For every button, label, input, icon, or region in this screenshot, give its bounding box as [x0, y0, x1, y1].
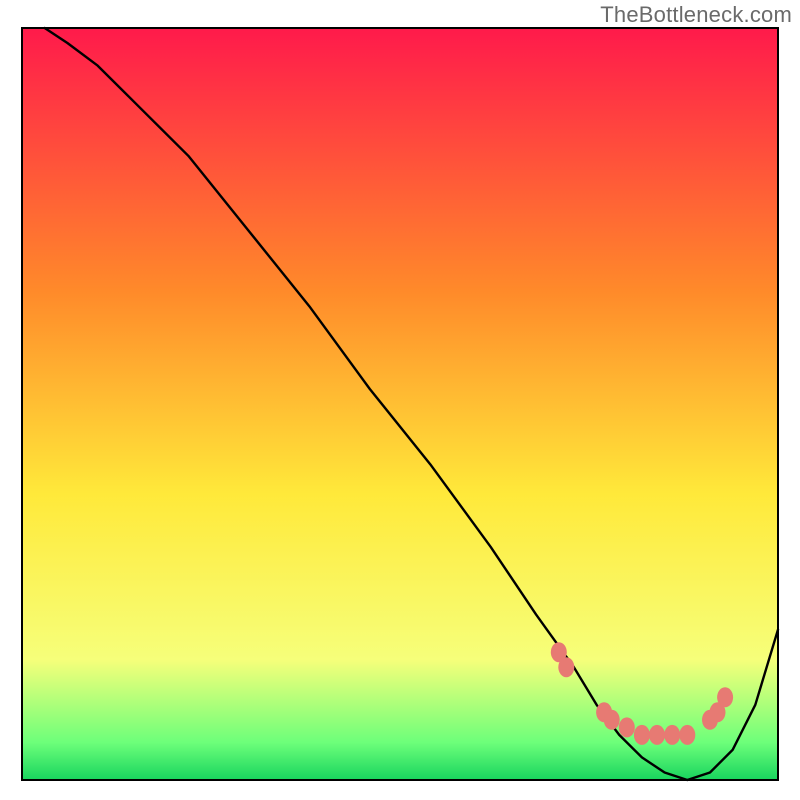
plot-area: [22, 28, 778, 780]
marker-dot: [664, 725, 680, 745]
bottleneck-chart: [0, 0, 800, 800]
marker-dot: [649, 725, 665, 745]
marker-dot: [634, 725, 650, 745]
marker-dot: [717, 687, 733, 707]
gradient-background: [22, 28, 778, 780]
marker-dot: [558, 657, 574, 677]
marker-dot: [604, 710, 620, 730]
chart-container: TheBottleneck.com: [0, 0, 800, 800]
marker-dot: [679, 725, 695, 745]
marker-dot: [619, 717, 635, 737]
